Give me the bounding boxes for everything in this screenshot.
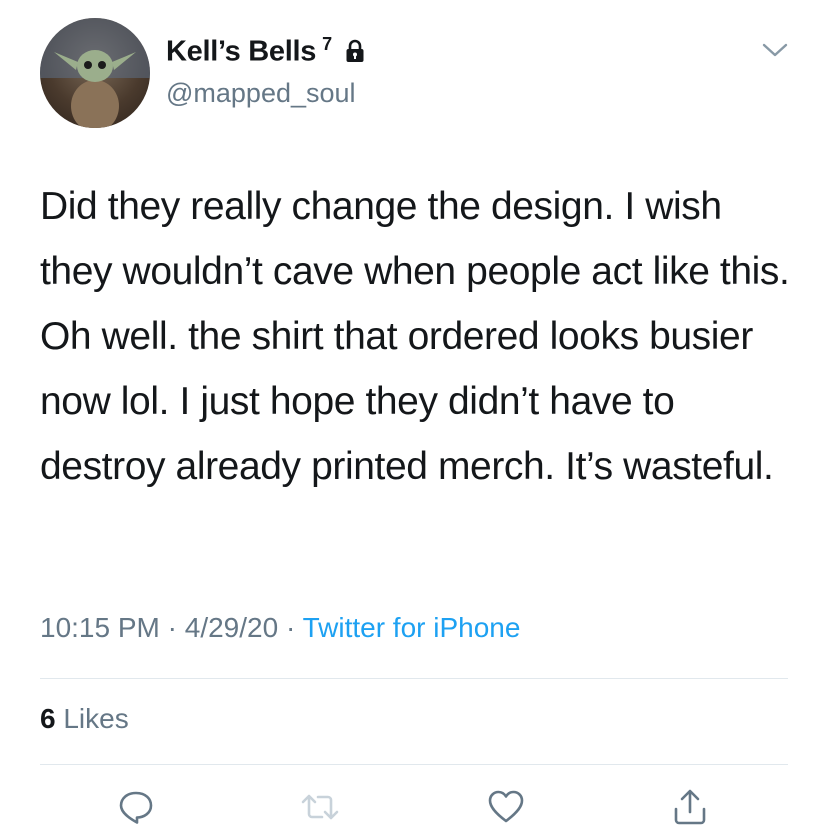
tweet-source-link[interactable]: Twitter for iPhone	[303, 612, 521, 643]
avatar[interactable]	[40, 18, 150, 128]
retweet-icon	[301, 794, 339, 820]
divider	[40, 764, 788, 765]
meta-separator: ·	[278, 612, 303, 643]
reply-button[interactable]	[116, 787, 156, 827]
likes-number: 6	[40, 703, 56, 734]
share-button[interactable]	[670, 787, 710, 827]
reply-icon	[119, 791, 153, 824]
heart-icon	[488, 790, 524, 823]
divider	[40, 678, 788, 679]
retweet-button[interactable]	[300, 787, 340, 827]
baby-yoda-avatar	[40, 18, 150, 128]
share-icon	[674, 789, 706, 825]
author-name-row[interactable]: Kell’s Bells 7	[166, 34, 366, 69]
author-handle[interactable]: @mapped_soul	[166, 78, 356, 109]
tweet-text: Did they really change the design. I wis…	[40, 185, 790, 488]
like-button[interactable]	[486, 787, 526, 827]
tweet-date: 4/29/20	[184, 612, 279, 643]
likes-label: Likes	[63, 703, 129, 734]
tweet-meta: 10:15 PM · 4/29/20 · Twitter for iPhone	[40, 612, 520, 644]
tweet-time: 10:15 PM	[40, 612, 160, 643]
likes-count[interactable]: 6 Likes	[40, 703, 129, 735]
name-badge: 7	[322, 34, 332, 54]
lock-icon	[346, 39, 364, 62]
meta-separator: ·	[159, 612, 185, 643]
chevron-down-icon[interactable]	[760, 38, 790, 62]
display-name[interactable]: Kell’s Bells	[166, 36, 316, 68]
